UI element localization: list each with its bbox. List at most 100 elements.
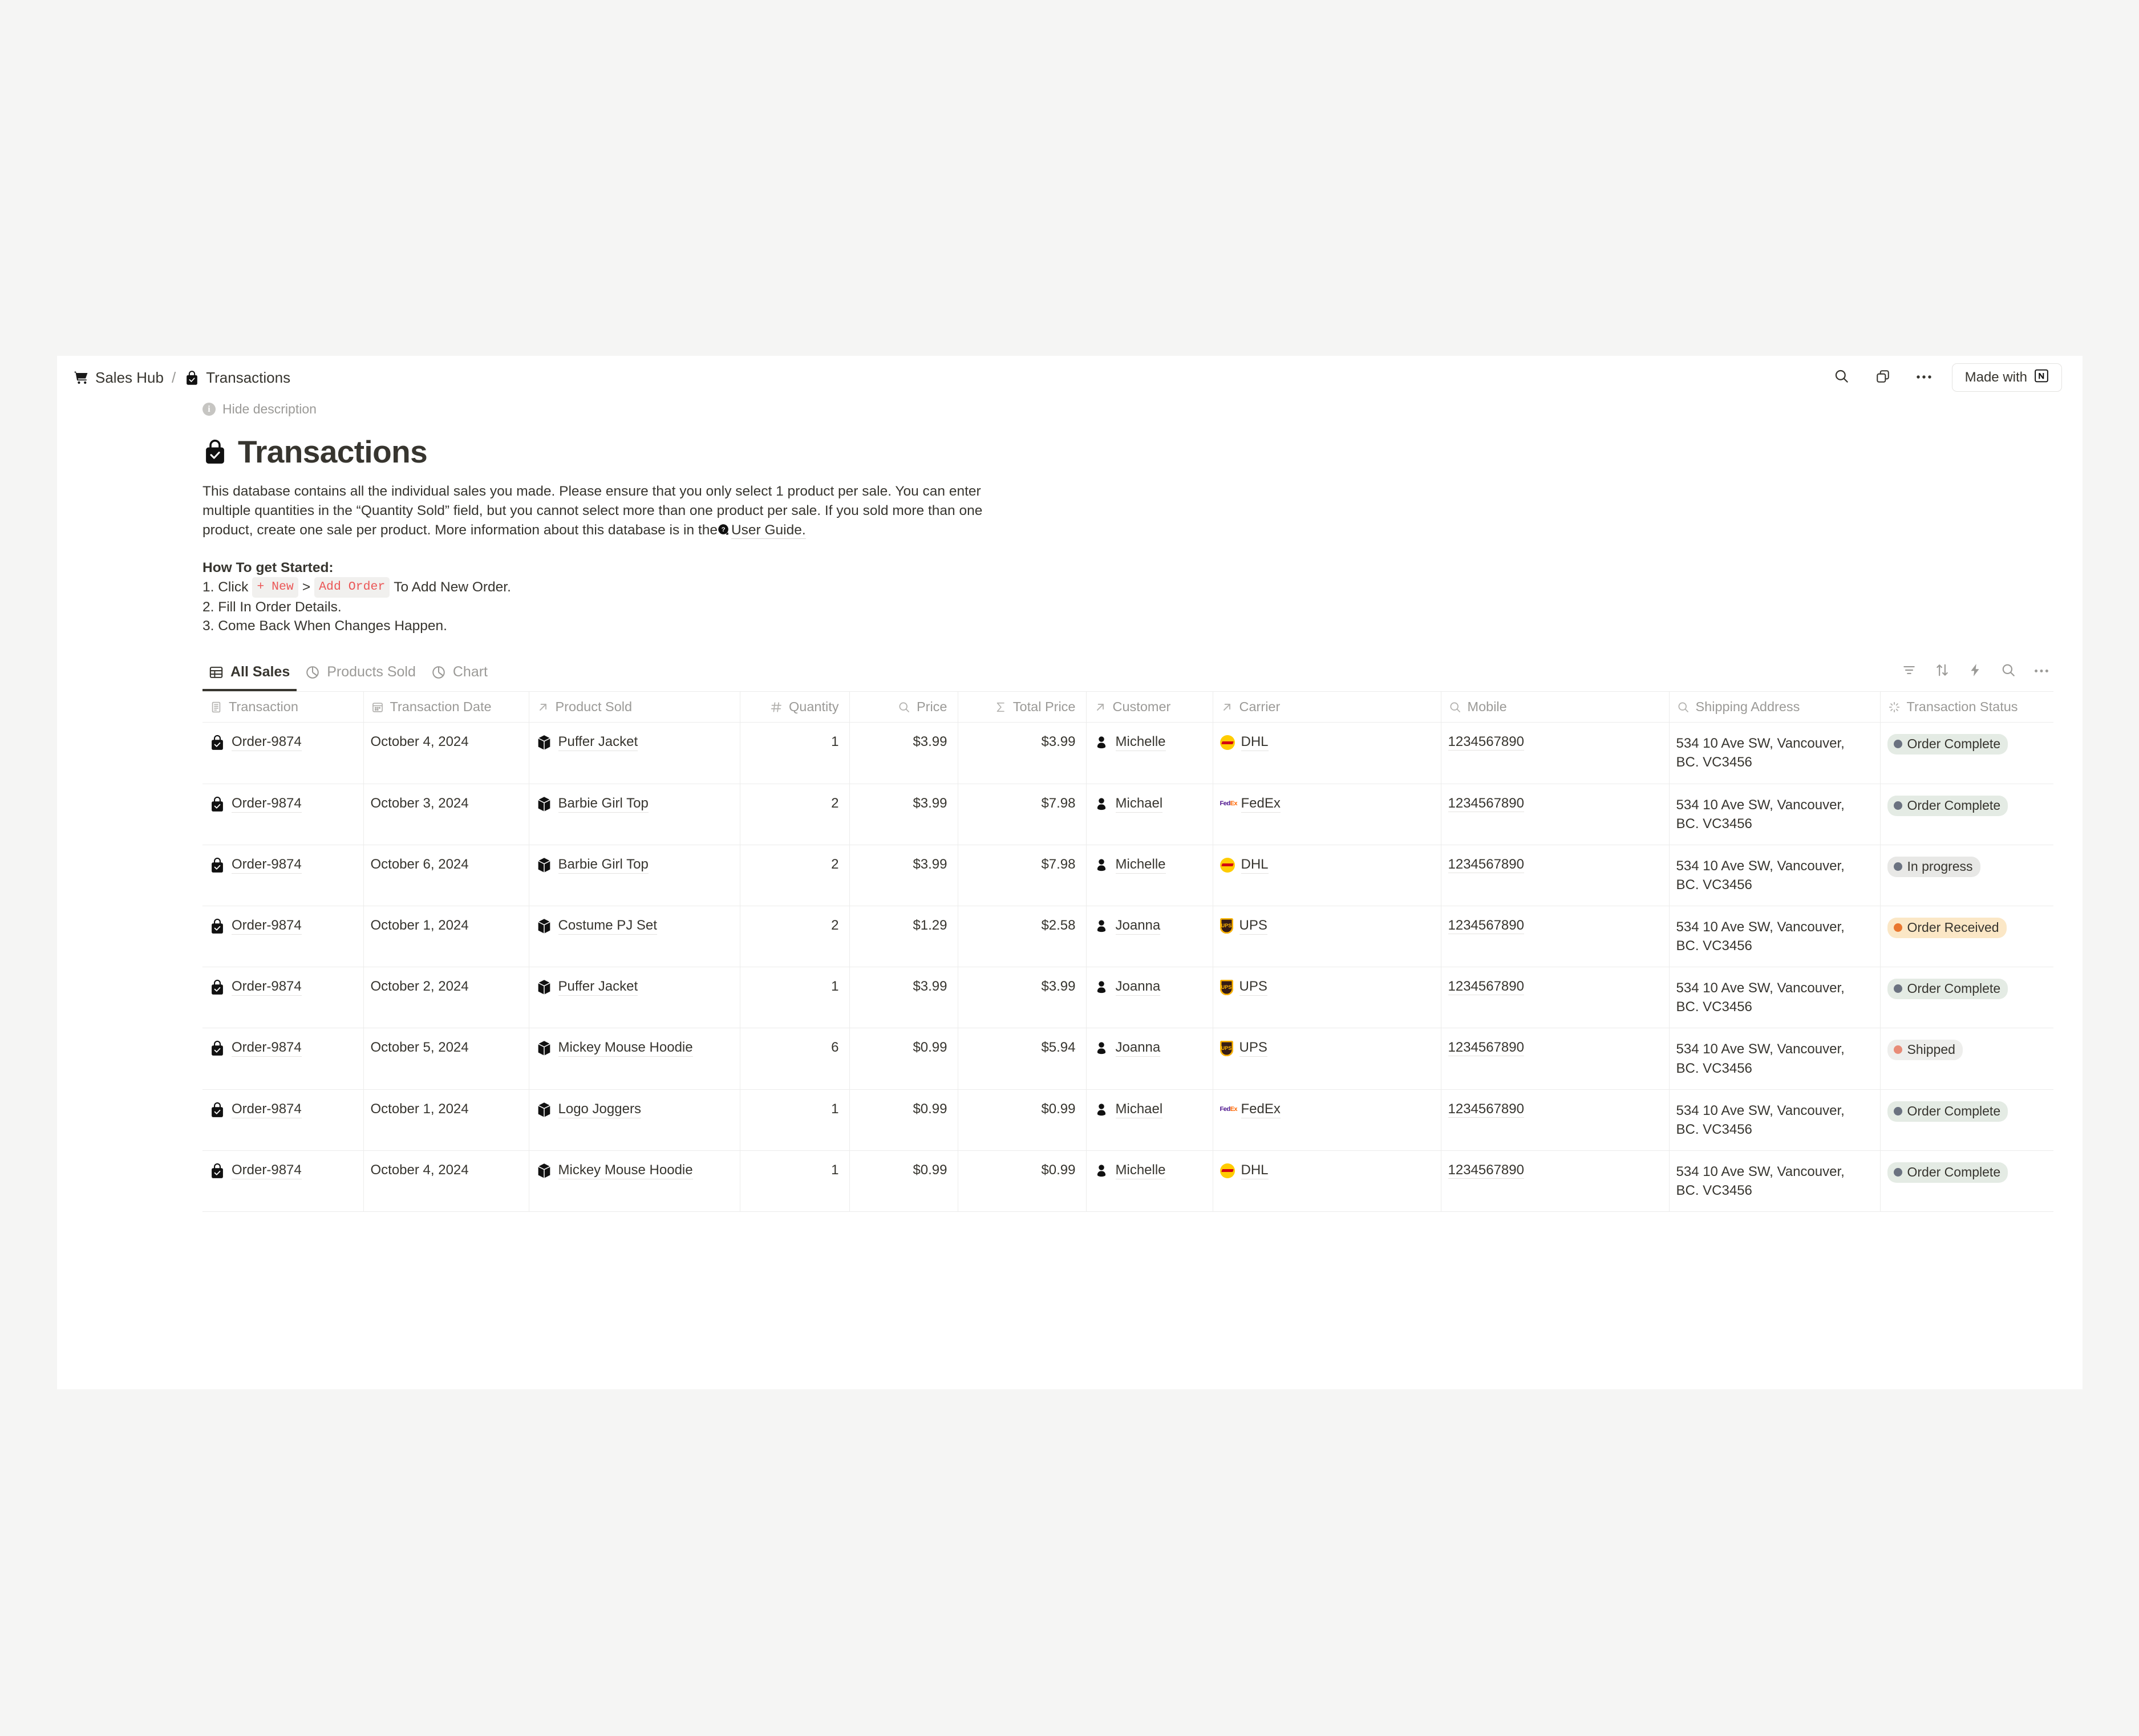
cell-customer[interactable]: Michelle <box>1086 723 1213 784</box>
cell-carrier[interactable]: DHL <box>1213 1150 1441 1211</box>
cell-quantity[interactable]: 1 <box>740 1150 849 1211</box>
automation-button[interactable] <box>1963 659 1987 683</box>
sort-button[interactable] <box>1930 659 1954 683</box>
cell-customer[interactable]: Michelle <box>1086 845 1213 906</box>
transaction-id[interactable]: Order-9874 <box>232 1101 302 1118</box>
cell-transaction-date[interactable]: October 3, 2024 <box>363 784 529 845</box>
cell-quantity[interactable]: 6 <box>740 1028 849 1089</box>
customer-name[interactable]: Michelle <box>1116 1162 1166 1179</box>
cell-mobile[interactable]: 1234567890 <box>1441 845 1669 906</box>
product-name[interactable]: Barbie Girl Top <box>558 857 649 874</box>
cell-total-price[interactable]: $0.99 <box>958 1150 1086 1211</box>
cell-shipping-address[interactable]: 534 10 Ave SW, Vancouver, BC. VC3456 <box>1669 1089 1880 1150</box>
status-badge[interactable]: Order Complete <box>1887 1101 2008 1122</box>
carrier-name[interactable]: DHL <box>1241 734 1269 751</box>
cell-carrier[interactable]: FedExFedEx <box>1213 1089 1441 1150</box>
carrier-name[interactable]: UPS <box>1239 918 1267 935</box>
product-name[interactable]: Mickey Mouse Hoodie <box>558 1040 693 1057</box>
cell-carrier[interactable]: UPSUPS <box>1213 1028 1441 1089</box>
transaction-id[interactable]: Order-9874 <box>232 796 302 813</box>
cell-transaction-status[interactable]: Order Complete <box>1880 1150 2053 1211</box>
status-badge[interactable]: Order Complete <box>1887 734 2008 755</box>
cell-price[interactable]: $1.29 <box>849 906 958 967</box>
cell-mobile[interactable]: 1234567890 <box>1441 967 1669 1028</box>
cell-shipping-address[interactable]: 534 10 Ave SW, Vancouver, BC. VC3456 <box>1669 1028 1880 1089</box>
new-button-chip[interactable]: + New <box>252 577 298 597</box>
cell-quantity[interactable]: 1 <box>740 967 849 1028</box>
column-header-carrier[interactable]: Carrier <box>1213 692 1441 723</box>
cell-shipping-address[interactable]: 534 10 Ave SW, Vancouver, BC. VC3456 <box>1669 906 1880 967</box>
table-row[interactable]: Order-9874October 4, 2024Puffer Jacket1$… <box>202 723 2053 784</box>
transaction-id[interactable]: Order-9874 <box>232 1040 302 1057</box>
column-header-shipping-address[interactable]: Shipping Address <box>1669 692 1880 723</box>
transaction-id[interactable]: Order-9874 <box>232 1162 302 1179</box>
table-row[interactable]: Order-9874 October 3, 2024Barbie Girl Top… <box>202 784 2053 845</box>
cell-product-sold[interactable]: Logo Joggers <box>529 1089 740 1150</box>
cell-carrier[interactable]: DHL <box>1213 723 1441 784</box>
cell-mobile[interactable]: 1234567890 <box>1441 723 1669 784</box>
cell-quantity[interactable]: 2 <box>740 906 849 967</box>
cell-price[interactable]: $0.99 <box>849 1028 958 1089</box>
cell-transaction-status[interactable]: In progress <box>1880 845 2053 906</box>
cell-shipping-address[interactable]: 534 10 Ave SW, Vancouver, BC. VC3456 <box>1669 723 1880 784</box>
carrier-name[interactable]: FedEx <box>1241 796 1281 813</box>
cell-price[interactable]: $3.99 <box>849 967 958 1028</box>
cell-carrier[interactable]: DHL <box>1213 845 1441 906</box>
cell-transaction[interactable]: Order-9874 <box>202 967 363 1028</box>
filter-button[interactable] <box>1897 659 1921 683</box>
table-row[interactable]: Order-9874October 1, 2024Costume PJ Set2… <box>202 906 2053 967</box>
carrier-name[interactable]: UPS <box>1239 979 1267 996</box>
duplicate-button[interactable] <box>1870 364 1896 391</box>
cell-carrier[interactable]: FedExFedEx <box>1213 784 1441 845</box>
customer-name[interactable]: Joanna <box>1116 979 1161 996</box>
cell-product-sold[interactable]: Puffer Jacket <box>529 723 740 784</box>
column-header-transaction-status[interactable]: Transaction Status <box>1880 692 2053 723</box>
column-header-mobile[interactable]: Mobile <box>1441 692 1669 723</box>
cell-carrier[interactable]: UPSUPS <box>1213 967 1441 1028</box>
table-row[interactable]: Order-9874October 4, 2024Mickey Mouse Ho… <box>202 1150 2053 1211</box>
customer-name[interactable]: Michelle <box>1116 857 1166 874</box>
customer-name[interactable]: Joanna <box>1116 1040 1161 1057</box>
cell-price[interactable]: $0.99 <box>849 1089 958 1150</box>
carrier-name[interactable]: UPS <box>1239 1040 1267 1057</box>
table-row[interactable]: Order-9874October 6, 2024 Barbie Girl Top… <box>202 845 2053 906</box>
cell-customer[interactable]: Michael <box>1086 1089 1213 1150</box>
product-name[interactable]: Costume PJ Set <box>558 918 657 935</box>
cell-product-sold[interactable]: Barbie Girl Top <box>529 845 740 906</box>
mobile-number[interactable]: 1234567890 <box>1448 1040 1524 1056</box>
cell-total-price[interactable]: $5.94 <box>958 1028 1086 1089</box>
cell-transaction-date[interactable]: October 6, 2024 <box>363 845 529 906</box>
column-header-price[interactable]: Price <box>849 692 958 723</box>
table-row[interactable]: Order-9874October 5, 2024Mickey Mouse Ho… <box>202 1028 2053 1089</box>
cell-product-sold[interactable]: Costume PJ Set <box>529 906 740 967</box>
status-badge[interactable]: In progress <box>1887 857 1980 877</box>
tab-all-sales[interactable]: All Sales <box>202 660 297 691</box>
cell-customer[interactable]: Joanna <box>1086 967 1213 1028</box>
cell-total-price[interactable]: $0.99 <box>958 1089 1086 1150</box>
cell-transaction-date[interactable]: October 4, 2024 <box>363 1150 529 1211</box>
carrier-name[interactable]: DHL <box>1241 1162 1269 1179</box>
search-in-view-button[interactable] <box>1996 659 2020 683</box>
cell-product-sold[interactable]: Barbie Girl Top <box>529 784 740 845</box>
cell-quantity[interactable]: 1 <box>740 723 849 784</box>
cell-quantity[interactable]: 2 <box>740 784 849 845</box>
transaction-id[interactable]: Order-9874 <box>232 918 302 935</box>
table-row[interactable]: Order-9874October 2, 2024Puffer Jacket1$… <box>202 967 2053 1028</box>
more-options-button[interactable] <box>1911 364 1937 391</box>
cell-product-sold[interactable]: Puffer Jacket <box>529 967 740 1028</box>
column-header-transaction-date[interactable]: Transaction Date <box>363 692 529 723</box>
cell-mobile[interactable]: 1234567890 <box>1441 1028 1669 1089</box>
cell-shipping-address[interactable]: 534 10 Ave SW, Vancouver, BC. VC3456 <box>1669 784 1880 845</box>
hide-description-toggle[interactable]: i Hide description <box>202 401 317 417</box>
cell-quantity[interactable]: 2 <box>740 845 849 906</box>
carrier-name[interactable]: FedEx <box>1241 1101 1281 1118</box>
cell-total-price[interactable]: $3.99 <box>958 723 1086 784</box>
cell-shipping-address[interactable]: 534 10 Ave SW, Vancouver, BC. VC3456 <box>1669 845 1880 906</box>
cell-total-price[interactable]: $3.99 <box>958 967 1086 1028</box>
cell-transaction[interactable]: Order-9874 <box>202 845 363 906</box>
cell-shipping-address[interactable]: 534 10 Ave SW, Vancouver, BC. VC3456 <box>1669 1150 1880 1211</box>
user-guide-link[interactable]: User Guide. <box>731 522 806 539</box>
cell-mobile[interactable]: 1234567890 <box>1441 906 1669 967</box>
cell-mobile[interactable]: 1234567890 <box>1441 784 1669 845</box>
mobile-number[interactable]: 1234567890 <box>1448 918 1524 934</box>
